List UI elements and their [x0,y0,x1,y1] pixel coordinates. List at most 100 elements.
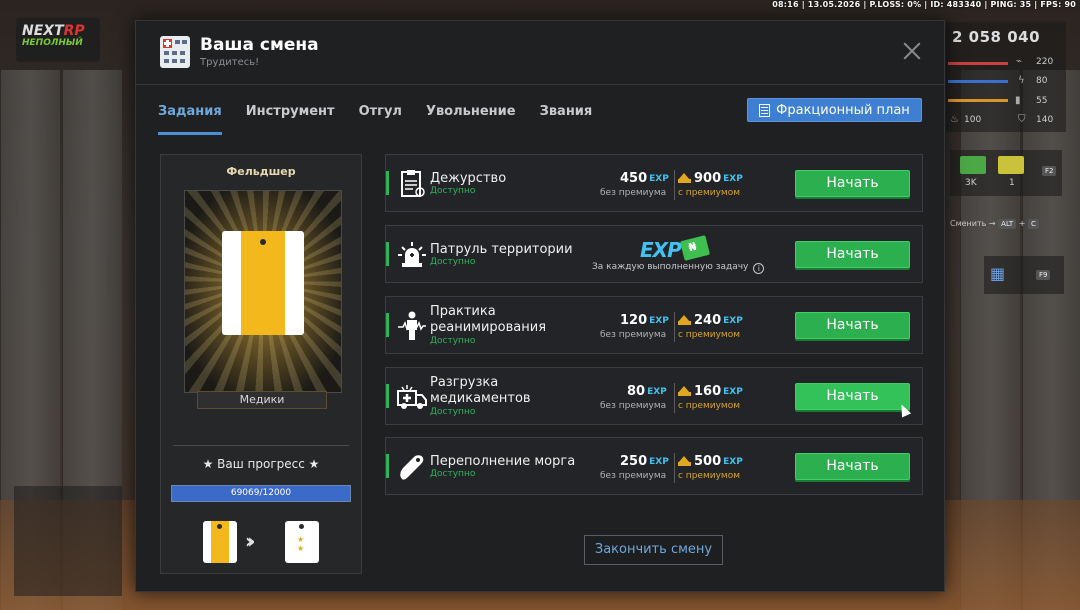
calendar-icon: ▦ [990,264,1006,283]
inventory-slots-panel [14,486,122,596]
base-reward: 450 EXP [620,171,669,186]
task-name: Патруль территории [430,242,573,257]
ticket-icon [998,156,1024,174]
reward-note: За каждую выполненную задачу i [592,262,765,274]
start-button[interactable]: Начать [795,383,910,410]
crown-icon [678,456,691,466]
heartbeat-person-icon [398,311,426,340]
task-accent [386,242,389,266]
task-row: Разгрузка медикаментов Доступно 80 EXP бе… [385,367,923,425]
modal-header: Ваша смена Трудитесь! [136,21,944,85]
hud-key-hint: F9 [1036,270,1051,280]
switch-hint: Сменить → ALT + C [950,219,1039,229]
modal-title: Ваша смена [200,35,319,55]
current-rank-icon [203,521,237,563]
task-name: Разгрузка медикаментов [430,375,531,406]
siren-icon [398,242,426,267]
task-accent [386,454,389,478]
bolt-icon: ϟ [1018,75,1025,86]
logo-text-accent: RP [63,23,85,39]
task-name: Дежурство [430,171,507,186]
base-reward-label: без премиума [600,188,667,198]
task-row: Патруль территории Доступно EXP За кажду… [385,225,923,283]
base-reward-label: без премиума [600,401,667,411]
next-rank-icon: ★ ★ [285,521,319,563]
premium-reward: 900 EXP [678,171,743,186]
task-accent [386,171,389,195]
premium-reward: 240 EXP [678,313,743,328]
hud-stat: 220 [1036,57,1054,67]
premium-reward-label: с премиумом [678,330,740,340]
hospital-icon [160,36,190,68]
hud-stat: 100 [964,115,982,125]
tab-day-off[interactable]: Отгул [359,103,402,135]
rank-tag-icon [222,231,304,335]
tab-resign[interactable]: Увольнение [426,103,516,135]
logo-subtext: НЕПОЛНЫЙ [22,38,83,48]
health-bar [948,62,1008,65]
task-accent [386,384,389,408]
rank-title: Фельдшер [226,165,296,178]
task-status: Доступно [430,469,476,479]
hud-stat: 80 [1036,76,1048,86]
pulse-icon: ⌁ [1016,56,1023,67]
close-icon[interactable] [902,41,922,61]
document-icon [759,103,771,117]
faction-plan-label: Фракционный план [776,102,910,118]
task-status: Доступно [430,407,476,417]
start-button[interactable]: Начать [795,170,910,197]
status-bar: 08:16 | 13.05.2026 | P.LOSS: 0% | ID: 48… [772,0,1076,9]
divider [674,312,675,342]
hud-key-hint: F2 [1042,166,1057,176]
task-name: Практика реанимирования [430,304,547,335]
rank-upgrade-preview: ›› ★ ★ [161,517,361,563]
task-row: Переполнение морга Доступно 250 EXP без п… [385,437,923,495]
divider [674,453,675,483]
modal-subtitle: Трудитесь! [200,57,260,68]
hud-item-count: 3K [965,178,977,188]
rank-image [184,190,342,393]
crown-icon [678,386,691,396]
task-row: Дежурство Доступно 450 EXP без премиума 9… [385,154,923,212]
bars-icon: ▮ [1015,95,1021,106]
double-chevron-icon: ›› [245,529,256,553]
premium-reward: 500 EXP [678,454,743,469]
tab-ranks[interactable]: Звания [540,103,593,135]
start-button[interactable]: Начать [795,312,910,339]
rank-card: Фельдшер Медики ★ Ваш прогресс ★ 69069/1… [160,154,362,574]
faction-plan-button[interactable]: Фракционный план [747,98,922,122]
shift-modal: Ваша смена Трудитесь! Задания Инструмент… [135,20,945,592]
task-row: Практика реанимирования Доступно 120 EXP … [385,296,923,354]
progress-bar: 69069/12000 [171,485,351,502]
tab-tools[interactable]: Инструмент [246,103,335,135]
hud-item-count: 1 [1009,178,1015,188]
premium-reward: 160 EXP [678,384,743,399]
fire-icon: ♨ [950,114,959,125]
premium-reward-label: с премиумом [678,188,740,198]
crown-icon [678,315,691,325]
premium-reward-label: с премиумом [678,401,740,411]
task-name: Переполнение морга [430,454,576,469]
crown-icon [678,173,691,183]
hud-stat: 140 [1036,115,1054,125]
progress-title: ★ Ваш прогресс ★ [202,457,320,471]
ambulance-icon [397,385,427,409]
base-reward: 250 EXP [620,454,669,469]
finish-shift-button[interactable]: Закончить смену [584,535,723,565]
info-icon[interactable]: i [753,263,765,274]
logo-text: NEXT [22,23,64,39]
start-button[interactable]: Начать [795,241,910,268]
shield-icon: ⛉ [1018,114,1026,125]
tab-tasks[interactable]: Задания [158,103,222,135]
hunger-bar [948,99,1008,102]
body-bag-icon [400,455,424,480]
cash-icon [679,235,711,261]
base-reward: 80 EXP [627,384,667,399]
cash-icon [960,156,986,174]
exp-icon: EXP [640,238,682,262]
divider [674,383,675,413]
task-status: Доступно [430,336,476,346]
task-accent [386,313,389,337]
start-button[interactable]: Начать [795,453,910,480]
progress-text: 69069/12000 [230,488,292,498]
